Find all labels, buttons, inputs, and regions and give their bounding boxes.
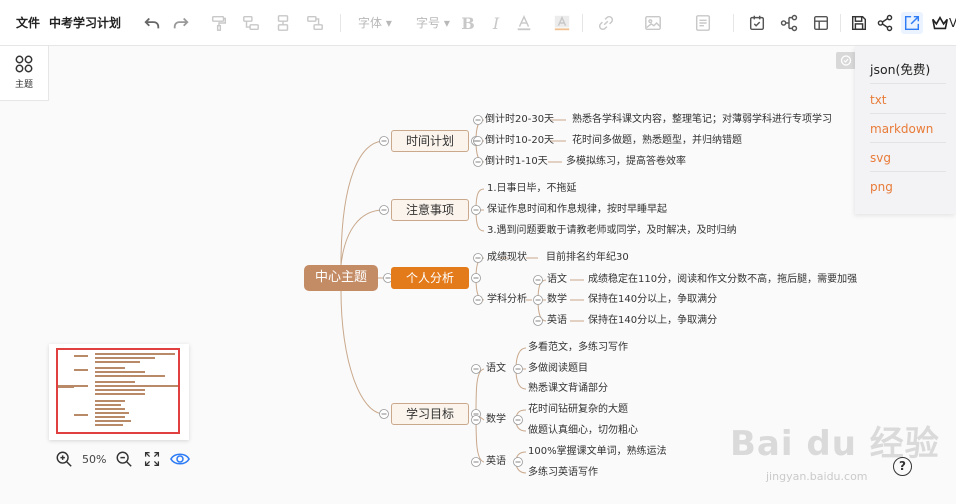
toolbar-separator (733, 14, 734, 32)
file-menu[interactable]: 文件 (16, 13, 40, 33)
node-detail[interactable]: 目前排名约年纪30 (546, 251, 629, 265)
document-title[interactable]: 中考学习计划 (49, 13, 121, 33)
zoom-level: 50% (82, 452, 107, 466)
branch-learning-goals[interactable]: 学习目标 (391, 403, 469, 425)
node-english[interactable]: 英语 (547, 314, 567, 328)
node-subject-analysis[interactable]: 学科分析 (487, 293, 527, 307)
node-goal-item[interactable]: 多看范文，多练习写作 (528, 341, 628, 355)
format-painter-icon[interactable] (208, 12, 230, 34)
node-goal-item[interactable]: 100%掌握课文单词，熟练运法 (528, 445, 667, 459)
insert-sibling-icon[interactable] (240, 12, 262, 34)
relationship-icon[interactable] (778, 12, 800, 34)
node-detail[interactable]: 花时间多做题，熟悉题型，并归纳错题 (572, 134, 742, 148)
export-txt[interactable]: txt (870, 86, 946, 114)
lock-toggle[interactable] (836, 52, 856, 69)
export-png[interactable]: png (870, 173, 946, 201)
italic-icon[interactable]: I (485, 12, 507, 34)
export-svg[interactable]: svg (870, 144, 946, 172)
node-countdown-10-20[interactable]: 倒计时10-20天 (485, 134, 554, 148)
node-note[interactable]: 保证作息时间和作息规律，按时早睡早起 (487, 203, 667, 217)
toolbar-separator (340, 14, 341, 32)
node-goal-item[interactable]: 熟悉课文背诵部分 (528, 382, 608, 396)
link-icon[interactable] (595, 12, 617, 34)
node-detail[interactable]: 成绩稳定在110分，阅读和作文分数不高，拖后腿，需要加强 (588, 273, 857, 287)
node-detail[interactable]: 熟悉各学科课文内容，整理笔记；对薄弱学科进行专项学习 (572, 113, 832, 127)
toolbar-separator (582, 14, 583, 32)
eye-icon[interactable] (170, 449, 191, 469)
node-goal-item[interactable]: 做题认真细心，切勿粗心 (528, 424, 638, 438)
font-color-icon[interactable] (513, 12, 535, 34)
branch-time-plan[interactable]: 时间计划 (391, 130, 469, 152)
image-icon[interactable] (642, 12, 664, 34)
export-icon[interactable] (901, 12, 923, 34)
node-countdown-20-30[interactable]: 倒计时20-30天 (485, 113, 554, 127)
node-math[interactable]: 数学 (547, 293, 567, 307)
export-markdown[interactable]: markdown (870, 115, 946, 143)
bold-icon[interactable]: B (457, 12, 479, 34)
node-current-grades[interactable]: 成绩现状 (487, 251, 527, 265)
vip-label[interactable]: V (949, 13, 956, 33)
node-goal-item[interactable]: 多练习英语写作 (528, 466, 598, 480)
layout-icon[interactable] (810, 12, 832, 34)
node-note[interactable]: 1.日事日毕，不拖延 (487, 182, 577, 196)
node-goal-math[interactable]: 数学 (486, 413, 506, 427)
help-icon[interactable]: ? (893, 457, 912, 476)
node-goal-item[interactable]: 多做阅读题目 (528, 362, 588, 376)
root-node[interactable]: 中心主题 (304, 265, 378, 291)
node-detail[interactable]: 保持在140分以上，争取满分 (588, 314, 717, 328)
fit-screen-icon[interactable] (142, 449, 162, 469)
lock-icon (840, 55, 852, 66)
share-icon[interactable] (874, 12, 896, 34)
redo-icon[interactable] (170, 12, 192, 34)
note-icon[interactable] (692, 12, 714, 34)
minimap[interactable] (49, 344, 189, 440)
top-toolbar: 文件 中考学习计划 字体 ▾ 字号 ▾ B I V (0, 0, 956, 46)
node-countdown-1-10[interactable]: 倒计时1-10天 (485, 155, 548, 169)
export-dropdown: json(免费) txt markdown svg png (855, 46, 956, 214)
node-goal-english[interactable]: 英语 (486, 455, 506, 469)
zoom-in-icon[interactable] (54, 449, 74, 469)
node-chinese[interactable]: 语文 (547, 273, 567, 287)
node-goal-item[interactable]: 花时间钻研复杂的大题 (528, 403, 628, 417)
zoom-controls: 50% (54, 449, 191, 469)
insert-child-icon[interactable] (272, 12, 294, 34)
task-icon[interactable] (746, 12, 768, 34)
node-detail[interactable]: 多模拟练习，提高答卷效率 (566, 155, 686, 169)
theme-label: 主题 (14, 80, 33, 90)
branch-notes[interactable]: 注意事项 (391, 199, 469, 221)
node-note[interactable]: 3.遇到问题要敢于请教老师或同学，及时解决，及时归纳 (487, 224, 737, 238)
insert-parent-icon[interactable] (304, 12, 326, 34)
font-family-select[interactable]: 字体 ▾ (358, 13, 392, 33)
highlight-icon[interactable] (551, 12, 573, 34)
zoom-out-icon[interactable] (114, 449, 134, 469)
mindmap-editor: 中心主题 时间计划 注意事项 个人分析 学习目标 倒计时20-30天 熟悉各学科… (0, 0, 956, 504)
branch-personal-analysis[interactable]: 个人分析 (391, 267, 469, 289)
save-icon[interactable] (848, 12, 870, 34)
theme-grid-icon (14, 54, 34, 74)
toolbar-separator (840, 14, 841, 32)
font-size-select[interactable]: 字号 ▾ (416, 13, 450, 33)
watermark-url: jingyan.baidu.com (766, 470, 868, 483)
node-detail[interactable]: 保持在140分以上，争取满分 (588, 293, 717, 307)
crown-icon[interactable] (929, 12, 951, 34)
watermark: Bai du 经验 (730, 424, 940, 464)
undo-icon[interactable] (141, 12, 163, 34)
minimap-viewport[interactable] (56, 348, 180, 434)
node-goal-chinese[interactable]: 语文 (486, 362, 506, 376)
export-json[interactable]: json(免费) (870, 56, 946, 84)
theme-button[interactable]: 主题 (0, 46, 49, 101)
